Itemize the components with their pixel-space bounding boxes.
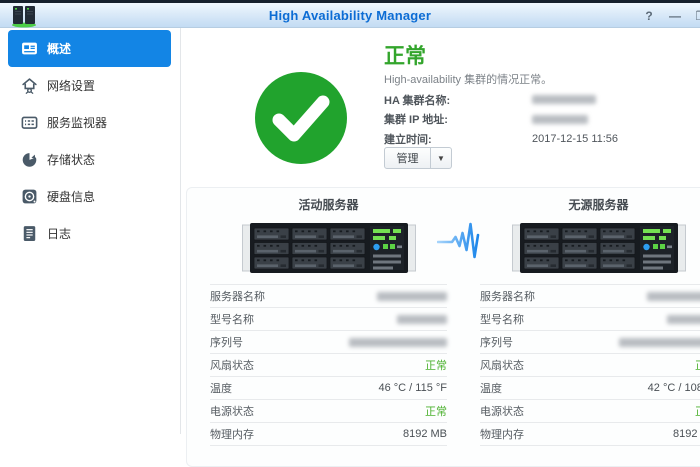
redacted-value [532,95,596,104]
sidebar-item-service-monitor[interactable]: 服务监视器 [8,104,171,141]
row-label: 服务器名称 [210,288,265,304]
window-title: High Availability Manager [0,8,700,23]
server-table-row: 序列号 [210,330,447,353]
sidebar-item-label: 硬盘信息 [47,188,95,205]
server-table-row: 型号名称 [480,307,700,330]
redacted-value [619,338,700,347]
status-heading: 正常 [384,40,426,70]
manage-dropdown-caret[interactable]: ▼ [431,147,452,169]
server-table-row: 物理内存 8192 MB [480,422,700,446]
server-table-row: 电源状态 正常 [210,399,447,422]
status-description: High-availability 集群的情况正常。 [384,71,552,87]
sidebar: 概述网络设置服务监视器存储状态硬盘信息日志 [0,28,181,434]
help-icon[interactable]: ? [642,9,656,23]
row-value: 46 °C / 115 °F [378,382,447,394]
server-table-row: 服务器名称 [480,284,700,307]
row-label: 服务器名称 [480,288,535,304]
status-ok-icon [255,72,347,164]
heartbeat-icon [437,221,483,261]
passive-server-table: 服务器名称型号名称序列号风扇状态正常温度42 °C / 108 °F电源状态正常… [480,284,700,446]
passive-server-column: 无源服务器 服务器名称型号名称序列号风扇状态正常温度42 °C / 108 °F… [480,196,700,446]
row-label: 序列号 [480,334,513,350]
redacted-value [532,115,588,124]
active-server-title: 活动服务器 [210,196,447,212]
row-label: 温度 [210,380,232,396]
redacted-value [377,292,447,301]
cluster-info-row: 建立时间:2017-12-15 11:56 [384,129,684,149]
row-label: 风扇状态 [210,357,254,373]
service-monitor-icon [21,114,38,131]
server-table-row: 型号名称 [210,307,447,330]
servers-panel: 活动服务器 服务器名称型号名称序列号风扇状态正常温度46 °C / 115 °F… [186,187,700,467]
maximize-icon[interactable]: ❒ [694,9,700,23]
row-label: 型号名称 [480,311,524,327]
cluster-field-value: 2017-12-15 11:56 [532,133,618,145]
cluster-field-label: HA 集群名称: [384,92,532,108]
status-ok-value: 正常 [695,403,700,419]
redacted-value [667,315,700,324]
row-label: 风扇状态 [480,357,524,373]
redacted-value [397,315,447,324]
log-icon [21,225,38,242]
server-table-row: 温度 42 °C / 108 °F [480,376,700,399]
storage-status-icon [21,151,38,168]
server-illustration [242,223,416,273]
sidebar-item-label: 网络设置 [47,77,95,94]
sidebar-item-disk-info[interactable]: 硬盘信息 [8,178,171,215]
redacted-value [349,338,447,347]
status-ok-value: 正常 [695,357,700,373]
minimize-icon[interactable]: — [668,9,682,23]
server-table-row: 服务器名称 [210,284,447,307]
row-label: 型号名称 [210,311,254,327]
sidebar-item-label: 日志 [47,225,71,242]
active-server-column: 活动服务器 服务器名称型号名称序列号风扇状态正常温度46 °C / 115 °F… [210,196,447,446]
server-table-row: 物理内存 8192 MB [210,422,447,446]
cluster-info-row: 集群 IP 地址: [384,110,684,130]
sidebar-item-label: 概述 [47,40,71,57]
sidebar-item-log[interactable]: 日志 [8,215,171,252]
server-table-row: 序列号 [480,330,700,353]
row-label: 序列号 [210,334,243,350]
status-ok-value: 正常 [425,357,447,373]
sidebar-item-storage-status[interactable]: 存储状态 [8,141,171,178]
status-ok-value: 正常 [425,403,447,419]
cluster-field-label: 集群 IP 地址: [384,111,532,127]
sidebar-item-overview[interactable]: 概述 [8,30,171,67]
passive-server-title: 无源服务器 [480,196,700,212]
manage-button[interactable]: 管理 [384,147,431,169]
server-illustration [512,223,686,273]
row-label: 物理内存 [210,426,254,442]
cluster-field-label: 建立时间: [384,131,532,147]
manage-split-button: 管理 ▼ [384,147,452,169]
redacted-value [647,292,700,301]
row-value: 42 °C / 108 °F [648,382,700,394]
sidebar-item-label: 服务监视器 [47,114,107,131]
row-label: 电源状态 [210,403,254,419]
row-value: 8192 MB [403,428,447,440]
sidebar-item-label: 存储状态 [47,151,95,168]
network-icon [21,77,38,94]
sidebar-item-network-settings[interactable]: 网络设置 [8,67,171,104]
row-label: 物理内存 [480,426,524,442]
cluster-info-row: HA 集群名称: [384,90,684,110]
row-value: 8192 MB [673,428,700,440]
server-table-row: 风扇状态 正常 [210,353,447,376]
row-label: 电源状态 [480,403,524,419]
window-title-bar: High Availability Manager ? — ❒ [0,0,700,28]
overview-icon [21,40,38,57]
active-server-table: 服务器名称型号名称序列号风扇状态正常温度46 °C / 115 °F电源状态正常… [210,284,447,446]
disk-info-icon [21,188,38,205]
server-table-row: 风扇状态 正常 [480,353,700,376]
row-label: 温度 [480,380,502,396]
server-table-row: 电源状态 正常 [480,399,700,422]
server-table-row: 温度 46 °C / 115 °F [210,376,447,399]
cluster-info: HA 集群名称: 集群 IP 地址: 建立时间:2017-12-15 11:56 [384,90,684,149]
